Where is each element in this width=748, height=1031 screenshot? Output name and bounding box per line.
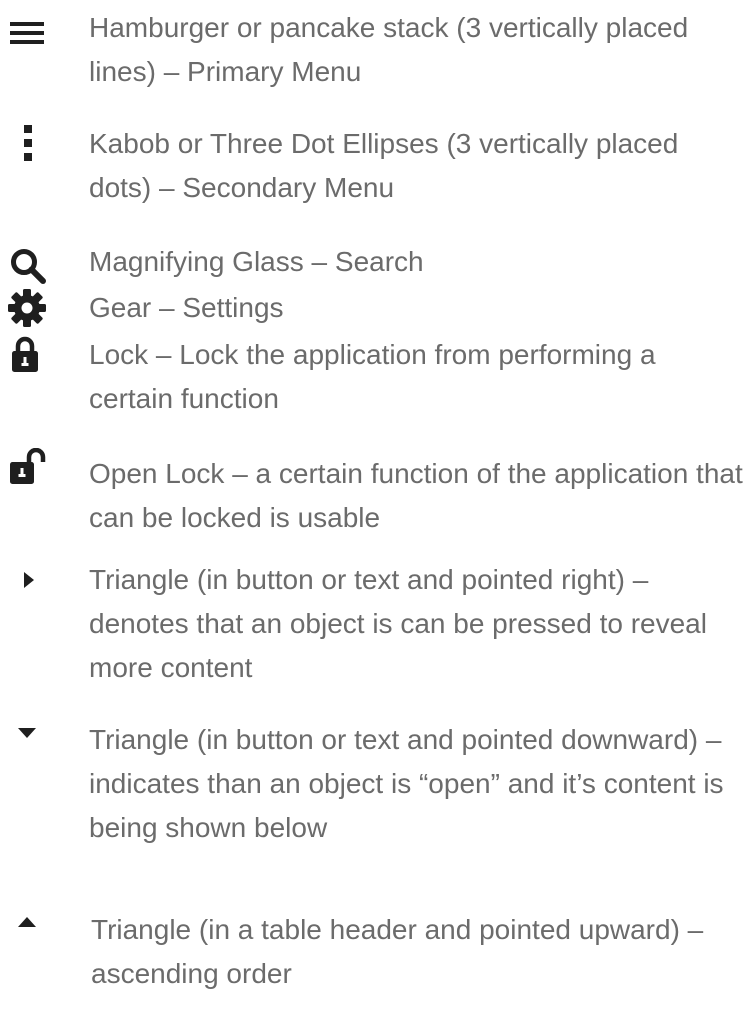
item-description: Lock – Lock the application from perform… (89, 339, 656, 414)
item-description: Kabob or Three Dot Ellipses (3 verticall… (89, 128, 679, 203)
item-description: Magnifying Glass – Search (89, 246, 424, 277)
item-description: Triangle (in a table header and pointed … (91, 914, 704, 989)
item-description: Open Lock – a certain function of the ap… (89, 458, 743, 533)
item-description: Gear – Settings (89, 292, 284, 323)
open-lock-icon (10, 448, 46, 484)
item-description: Triangle (in button or text and pointed … (89, 724, 724, 843)
gear-icon (8, 289, 46, 327)
kebab-icon (24, 125, 32, 161)
item-description: Triangle (in button or text and pointed … (89, 564, 707, 683)
triangle-right-icon (24, 572, 34, 588)
icon-legend-list: Hamburger or pancake stack (3 vertically… (0, 0, 748, 1031)
lock-icon (12, 336, 38, 372)
item-description: Hamburger or pancake stack (3 vertically… (89, 12, 689, 87)
triangle-down-icon (18, 728, 36, 738)
triangle-up-icon (18, 917, 36, 927)
search-icon (11, 249, 46, 284)
hamburger-icon (10, 22, 44, 44)
